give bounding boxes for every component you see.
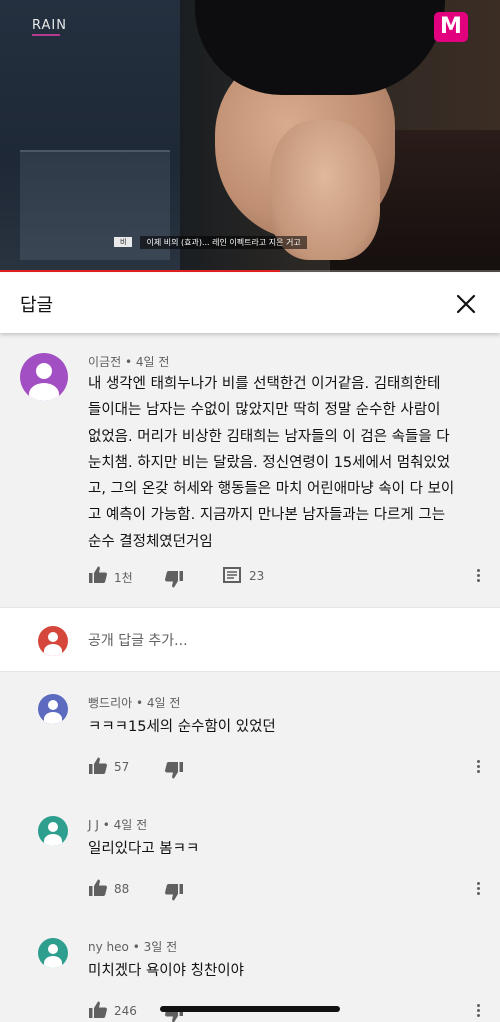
more-options-icon[interactable]: [474, 567, 482, 587]
thumbs-up-icon[interactable]: [88, 1000, 108, 1020]
thumbs-down-icon[interactable]: [164, 569, 184, 589]
video-subtitle: 비 이제 비의 (효과)... 레인 이펙트라고 지은 거고: [114, 235, 307, 249]
thumbs-down-icon[interactable]: [164, 882, 184, 902]
reply-actions: 88: [0, 878, 500, 904]
comment-text: 내 생각엔 태희누나가 비를 선택한건 이거같음. 김태희한테 들이대는 남자는…: [88, 371, 454, 555]
reply-text: ㅋㅋㅋ15세의 순수함이 있었던: [88, 719, 276, 735]
reply-text: 일리있다고 봄ㅋㅋ: [88, 841, 200, 857]
add-reply-input[interactable]: 공개 답글 추가...: [88, 630, 188, 650]
reply-meta: J J • 4일 전: [88, 816, 147, 833]
network-logo: M: [434, 12, 468, 42]
thumbs-down-icon[interactable]: [164, 760, 184, 780]
comment-line: 눈치챔. 하지만 비는 달랐음. 정신연령이 15세에서 멈춰있었: [88, 454, 451, 471]
like-count: 1천: [114, 571, 133, 585]
reply-count: 23: [249, 569, 265, 583]
close-icon[interactable]: [453, 291, 479, 317]
more-options-icon[interactable]: [474, 1002, 482, 1022]
subtitle-text: 이제 비의 (효과)... 레인 이펙트라고 지은 거고: [140, 235, 307, 249]
reply-meta: 뻥드리아 • 4일 전: [88, 694, 180, 711]
like-count: 57: [114, 760, 130, 774]
more-options-icon[interactable]: [474, 758, 482, 778]
avatar[interactable]: [38, 816, 68, 846]
thumbs-up-icon[interactable]: [88, 565, 108, 585]
avatar[interactable]: [20, 353, 68, 401]
home-indicator[interactable]: [160, 1006, 340, 1012]
more-options-icon[interactable]: [474, 880, 482, 900]
like-count: 88: [114, 882, 130, 896]
reply-time: 3일 전: [143, 940, 178, 954]
add-reply-bar: 공개 답글 추가...: [0, 607, 500, 672]
reply-time: 4일 전: [146, 696, 181, 710]
comment-line: 고, 그의 온갖 허세와 행동들은 마치 어린애마냥 속이 다 보이: [88, 481, 455, 498]
thumbs-up-icon[interactable]: [88, 878, 108, 898]
avatar: [38, 626, 68, 656]
reply-author[interactable]: J J: [88, 818, 99, 832]
comment-line: 순수 결정체였던거임: [88, 533, 213, 550]
reply-author[interactable]: 뻥드리아: [88, 696, 132, 710]
comment-line: 없었음. 머리가 비상한 김태희는 남자들의 이 검은 속들을 다: [88, 428, 450, 445]
meta-separator: •: [132, 940, 144, 954]
reply-item: J J • 4일 전 일리있다고 봄ㅋㅋ 88: [0, 790, 500, 914]
comment-meta: 이금전 • 4일 전: [88, 353, 169, 370]
avatar[interactable]: [38, 694, 68, 724]
comment-line: 내 생각엔 태희누나가 비를 선택한건 이거같음. 김태희한테: [88, 376, 441, 392]
meta-separator: •: [102, 818, 114, 832]
reply-text: 미치겠다 욕이야 칭찬이야: [88, 963, 244, 979]
reply-time: 4일 전: [113, 818, 148, 832]
replies-title: 답글: [20, 295, 54, 316]
replies-header: 답글: [0, 273, 500, 333]
reply-author[interactable]: ny heo: [88, 940, 129, 954]
meta-separator: •: [124, 355, 136, 369]
comment-line: 고 예측이 가능함. 지금까지 만나본 남자들과는 다르게 그는: [88, 507, 446, 524]
subtitle-speaker-tag: 비: [114, 237, 133, 247]
like-count: 246: [114, 1004, 137, 1018]
reply-meta: ny heo • 3일 전: [88, 938, 177, 955]
main-comment: 이금전 • 4일 전 내 생각엔 태희누나가 비를 선택한건 이거같음. 김태희…: [0, 333, 500, 607]
reply-actions: 57: [0, 756, 500, 782]
meta-separator: •: [136, 696, 147, 710]
video-progress-played: [0, 270, 280, 272]
comment-actions: 1천 23: [0, 565, 500, 591]
comment-line: 들이대는 남자는 수없이 많았지만 딱히 정말 순수한 사람이: [88, 402, 441, 419]
comment-author[interactable]: 이금전: [88, 355, 121, 369]
video-player[interactable]: RAIN M 비 이제 비의 (효과)... 레인 이펙트라고 지은 거고: [0, 0, 500, 272]
video-progress-bar[interactable]: [0, 270, 500, 272]
comment-time: 4일 전: [135, 355, 170, 369]
thumbs-up-icon[interactable]: [88, 756, 108, 776]
reply-item: 뻥드리아 • 4일 전 ㅋㅋㅋ15세의 순수함이 있었던 57: [0, 672, 500, 790]
avatar[interactable]: [38, 938, 68, 968]
channel-logo: RAIN: [32, 18, 67, 33]
reply-icon[interactable]: [222, 565, 242, 585]
channel-logo-underline: [32, 34, 60, 36]
